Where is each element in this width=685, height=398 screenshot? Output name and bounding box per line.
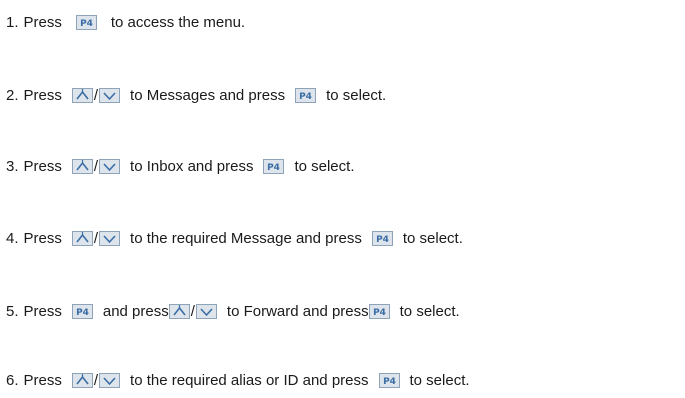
instruction-step-4: 4. Press / to the required Message and p… xyxy=(6,227,463,249)
step-text: to the required Message and press xyxy=(130,229,362,247)
menu-select-key-icon: P4 xyxy=(378,372,400,388)
step-text: to Forward and press xyxy=(226,302,369,320)
instruction-step-2: 2. Press / to Messages and press P4 to s… xyxy=(6,84,386,106)
instruction-step-1: 1. Press P4 to access the menu. xyxy=(6,11,245,33)
nav-up-key-icon xyxy=(168,303,190,319)
menu-select-key-icon: P4 xyxy=(71,303,93,319)
nav-up-key-icon xyxy=(71,158,93,174)
step-text: Press xyxy=(23,13,62,31)
nav-down-key-icon xyxy=(99,158,121,174)
step-number: 5. xyxy=(6,302,19,320)
step-text: to the required alias or ID and press xyxy=(130,371,369,389)
menu-select-key-icon: P4 xyxy=(75,14,97,30)
step-text: to select. xyxy=(409,371,470,389)
step-number: 2. xyxy=(6,86,19,104)
instruction-step-6: 6. Press / to the required alias or ID a… xyxy=(6,369,470,391)
step-text: and press xyxy=(102,302,169,320)
nav-up-key-icon xyxy=(71,372,93,388)
nav-down-key-icon xyxy=(195,303,217,319)
svg-text:P4: P4 xyxy=(299,92,312,102)
step-text: to Messages and press xyxy=(130,86,286,104)
step-number: 4. xyxy=(6,229,19,247)
menu-select-key-icon: P4 xyxy=(368,303,390,319)
step-text: Press xyxy=(23,157,62,175)
svg-text:P4: P4 xyxy=(383,377,396,387)
step-text: Press xyxy=(23,229,62,247)
step-text: to Inbox and press xyxy=(130,157,254,175)
step-text: to select. xyxy=(399,302,460,320)
instruction-step-3: 3. Press / to Inbox and press P4 to sele… xyxy=(6,155,354,177)
step-number: 3. xyxy=(6,157,19,175)
step-text: to access the menu. xyxy=(110,13,246,31)
svg-text:P4: P4 xyxy=(268,163,281,173)
separator: / xyxy=(190,302,195,320)
step-text: to select. xyxy=(326,86,387,104)
separator: / xyxy=(93,371,99,389)
step-text: Press xyxy=(23,86,62,104)
step-number: 1. xyxy=(6,13,19,31)
menu-select-key-icon: P4 xyxy=(371,230,393,246)
svg-text:P4: P4 xyxy=(80,19,93,29)
step-text: Press xyxy=(23,371,62,389)
menu-select-key-icon: P4 xyxy=(295,87,317,103)
instruction-step-5: 5. Press P4 and press / to Forward and p… xyxy=(6,300,460,322)
step-text: to select. xyxy=(294,157,355,175)
svg-text:P4: P4 xyxy=(76,308,89,318)
nav-down-key-icon xyxy=(99,230,121,246)
separator: / xyxy=(93,229,99,247)
step-number: 6. xyxy=(6,371,19,389)
nav-up-key-icon xyxy=(71,230,93,246)
step-text: Press xyxy=(23,302,62,320)
nav-up-key-icon xyxy=(71,87,93,103)
separator: / xyxy=(93,157,99,175)
svg-text:P4: P4 xyxy=(373,308,386,318)
nav-down-key-icon xyxy=(99,372,121,388)
menu-select-key-icon: P4 xyxy=(263,158,285,174)
separator: / xyxy=(93,86,99,104)
svg-text:P4: P4 xyxy=(376,235,389,245)
nav-down-key-icon xyxy=(99,87,121,103)
step-text: to select. xyxy=(402,229,463,247)
